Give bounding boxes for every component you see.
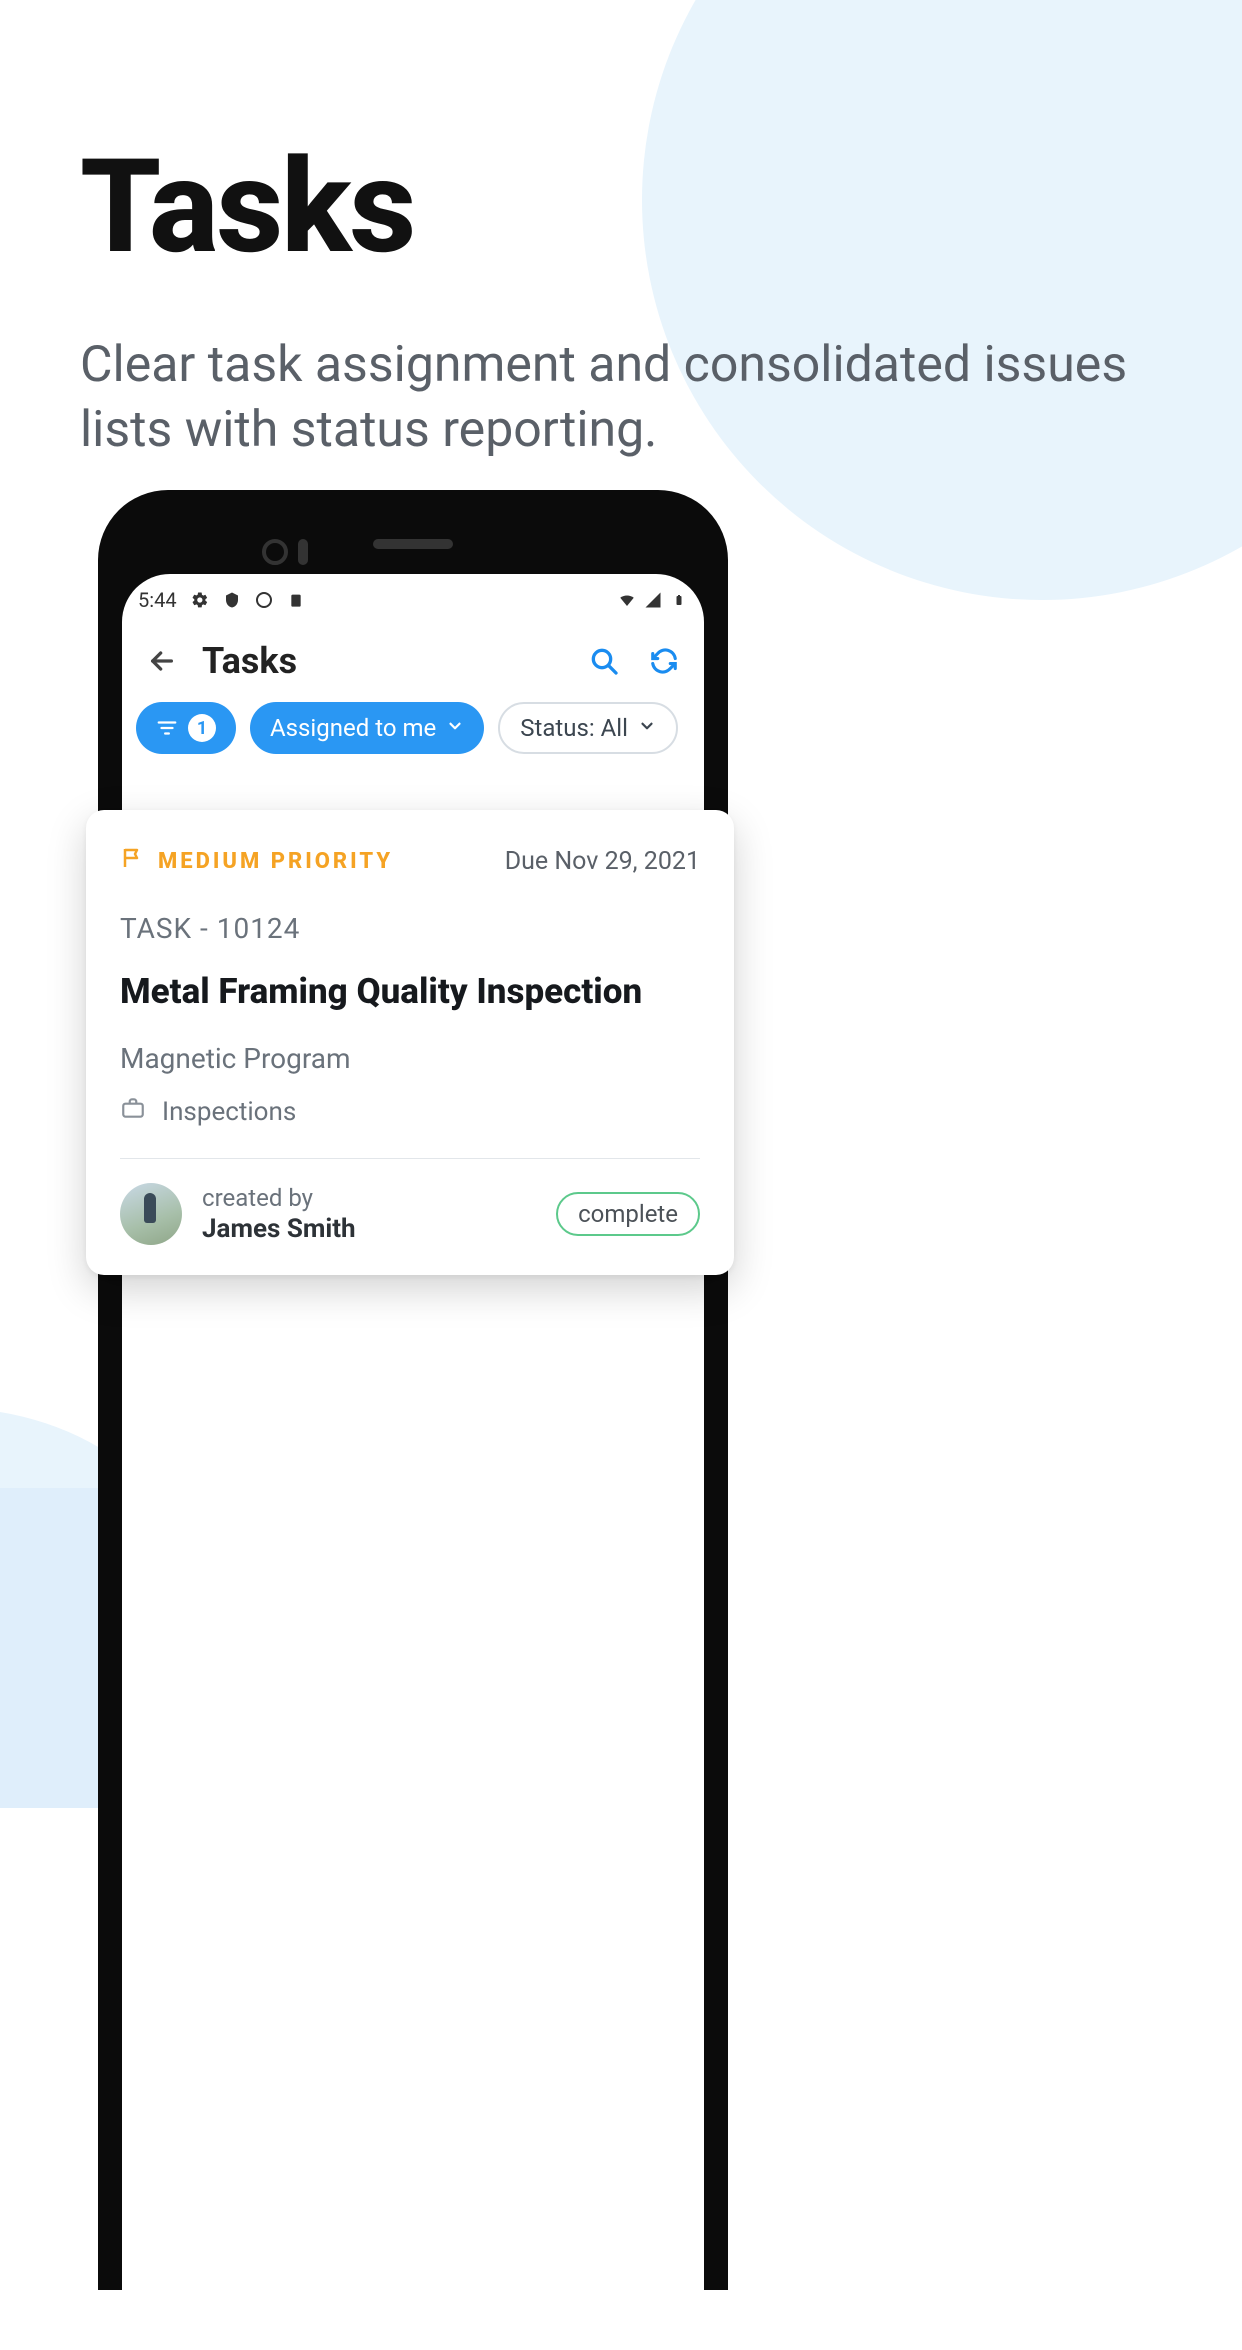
task-card-featured[interactable]: MEDIUM PRIORITY Due Nov 29, 2021 TASK - … [86, 810, 734, 1275]
assigned-to-me-chip[interactable]: Assigned to me [250, 702, 484, 754]
shield-icon [223, 591, 241, 609]
wifi-icon [618, 591, 636, 609]
chevron-down-icon [638, 717, 656, 740]
status-badge: complete [556, 1192, 700, 1236]
gear-icon [191, 591, 209, 609]
task-card-footer: created by James Smith complete [120, 1183, 700, 1245]
divider [120, 1158, 700, 1159]
task-card-header: MEDIUM PRIORITY Due Nov 29, 2021 [120, 846, 700, 876]
phone-speaker-icon [373, 539, 453, 549]
creator-name: James Smith [202, 1214, 356, 1244]
hero-subtitle: Clear task assignment and consolidated i… [80, 333, 1160, 463]
hero-section: Tasks Clear task assignment and consolid… [0, 0, 1242, 463]
status-filter-label: Status: All [520, 714, 628, 742]
creator-info: created by James Smith [120, 1183, 356, 1245]
created-by-label: created by [202, 1184, 356, 1212]
avatar [120, 1183, 182, 1245]
status-bar-left: 5:44 [138, 588, 305, 612]
filter-icon [156, 717, 178, 739]
due-date: Due Nov 29, 2021 [505, 847, 700, 876]
priority-label: MEDIUM PRIORITY [158, 849, 393, 874]
creator-text: created by James Smith [202, 1184, 356, 1244]
phone-camera-icon [262, 539, 288, 565]
status-bar: 5:44 [122, 578, 704, 622]
status-bar-right [618, 591, 688, 609]
card-icon [287, 591, 305, 609]
task-id: TASK - 10124 [120, 912, 700, 945]
filter-count-chip[interactable]: 1 [136, 702, 236, 754]
circle-icon [255, 591, 273, 609]
priority-badge: MEDIUM PRIORITY [120, 846, 393, 876]
chevron-down-icon [446, 717, 464, 740]
phone-sensor-icon [298, 539, 308, 565]
phone-mockup: 5:44 [98, 490, 728, 2290]
hero-title: Tasks [80, 130, 1162, 283]
decorative-block-left [0, 1488, 100, 1808]
flag-icon [120, 846, 144, 876]
sync-icon[interactable] [644, 641, 684, 681]
app-bar-title: Tasks [202, 640, 564, 682]
task-title: Metal Framing Quality Inspection [120, 971, 700, 1012]
app-bar: Tasks [122, 622, 704, 692]
battery-icon [670, 591, 688, 609]
signal-icon [644, 591, 662, 609]
phone-notch [122, 514, 704, 574]
back-arrow-icon[interactable] [142, 641, 182, 681]
search-icon[interactable] [584, 641, 624, 681]
task-category-label: Inspections [162, 1097, 296, 1127]
filter-count-badge: 1 [188, 714, 216, 742]
assigned-to-me-label: Assigned to me [270, 714, 436, 742]
status-time: 5:44 [138, 588, 177, 612]
task-category-row: Inspections [120, 1095, 700, 1128]
briefcase-icon [120, 1095, 146, 1128]
task-program: Magnetic Program [120, 1042, 700, 1075]
status-filter-chip[interactable]: Status: All [498, 702, 678, 754]
filter-row: 1 Assigned to me Status: All [122, 692, 704, 774]
